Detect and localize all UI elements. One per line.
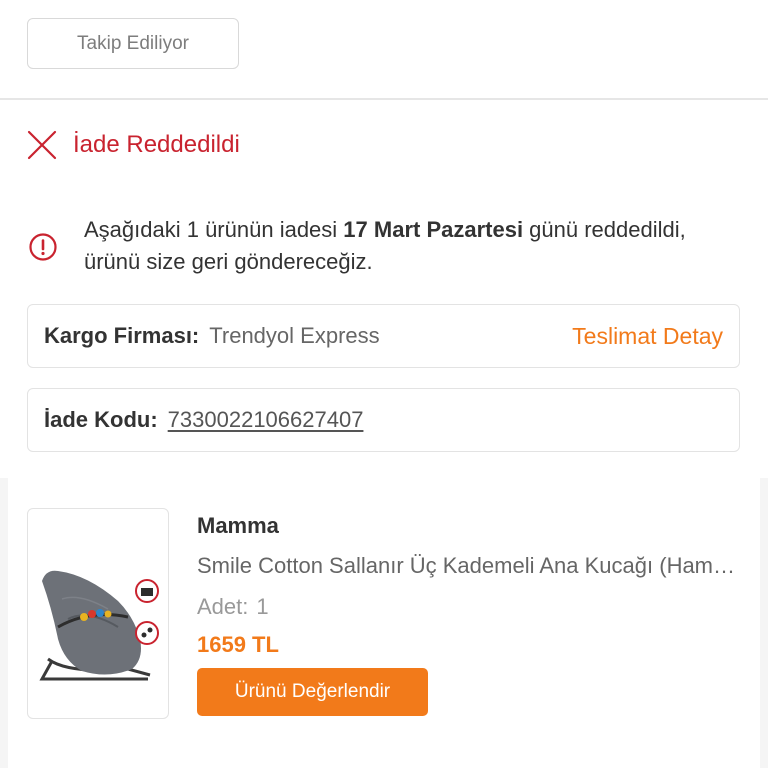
following-button[interactable]: Takip Ediliyor (27, 18, 239, 69)
product-price: 1659 TL (197, 632, 279, 657)
info-text: Aşağıdaki 1 ürünün iadesi 17 Mart Pazart… (84, 217, 686, 274)
cargo-label: Kargo Firması: (44, 323, 200, 348)
quantity-value: 1 (256, 594, 269, 619)
section-edge (0, 478, 8, 768)
close-x-icon (27, 130, 57, 160)
product-name[interactable]: Smile Cotton Sallanır Üç Kademeli Ana Ku… (197, 553, 737, 579)
baby-bouncer-image (39, 570, 159, 681)
alert-circle-icon (29, 233, 57, 261)
rate-product-button[interactable]: Ürünü Değerlendir (197, 668, 428, 716)
return-status: İade Reddedildi (26, 128, 240, 162)
quantity: Adet: 1 (197, 594, 269, 620)
quantity-label: Adet: (197, 594, 249, 619)
cargo-card: Kargo Firması: Trendyol Express Teslimat… (27, 304, 740, 368)
delivery-detail-link[interactable]: Teslimat Detay (572, 323, 723, 350)
return-code-label: İade Kodu: (44, 407, 158, 432)
section-edge (760, 478, 768, 768)
return-code-card: İade Kodu: 7330022106627407 (27, 388, 740, 452)
info-message: Aşağıdaki 1 ürünün iadesi 17 Mart Pazart… (28, 214, 748, 278)
product-image[interactable] (27, 508, 169, 719)
return-date: 17 Mart Pazartesi (343, 217, 524, 242)
status-text: İade Reddedildi (73, 131, 240, 158)
cargo-value: Trendyol Express (209, 323, 380, 348)
product-brand: Mamma (197, 513, 279, 538)
product-section: Mamma Smile Cotton Sallanır Üç Kademeli … (0, 478, 768, 768)
return-code-value[interactable]: 7330022106627407 (168, 407, 364, 433)
section-divider (0, 98, 768, 100)
